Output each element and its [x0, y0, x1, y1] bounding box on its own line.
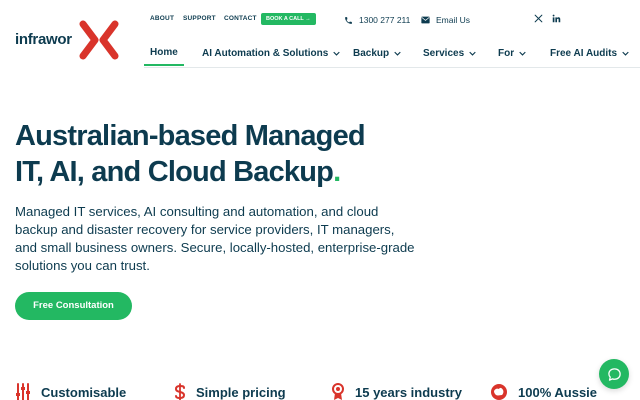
- email-link[interactable]: Email Us: [421, 13, 470, 27]
- nav-item-label: AI Automation & Solutions: [202, 47, 329, 59]
- chat-icon: [607, 367, 621, 381]
- feature-label: 100% Aussie: [518, 384, 598, 400]
- top-utility-bar: ABOUT SUPPORT CONTACT BOOK A CALL → 1300…: [150, 12, 630, 28]
- chevron-down-icon: [519, 51, 526, 56]
- phone-number: 1300 277 211: [359, 15, 411, 25]
- chat-button[interactable]: [599, 359, 629, 389]
- feature-aussie: 100% Aussie: [490, 382, 597, 400]
- nav-item-label: Home: [150, 46, 178, 58]
- feature-customisable: Customisable: [15, 382, 126, 400]
- book-call-button[interactable]: BOOK A CALL →: [261, 13, 316, 25]
- nav-item-ai-automation[interactable]: AI Automation & Solutions: [202, 40, 340, 66]
- phone-icon: [345, 16, 352, 24]
- australia-icon: [491, 384, 507, 400]
- site-header: infrawor ABOUT SUPPORT CONTACT BOOK A CA…: [0, 0, 640, 72]
- chevron-down-icon: [469, 51, 476, 56]
- hero-title-line-2: IT, AI, and Cloud Backup: [15, 156, 334, 188]
- main-nav: Home AI Automation & Solutions Backup Se…: [144, 40, 634, 68]
- sliders-icon: [16, 383, 30, 400]
- linkedin-icon[interactable]: [552, 14, 561, 23]
- logo[interactable]: infrawor: [15, 20, 125, 60]
- logo-x-icon: [79, 20, 119, 60]
- nav-item-label: Services: [423, 47, 465, 59]
- feature-label: Customisable: [41, 384, 127, 400]
- email-label: Email Us: [436, 15, 471, 25]
- feature-15-years: 15 years industry: [331, 382, 462, 400]
- hero-description: Managed IT services, AI consulting and a…: [15, 204, 415, 273]
- award-icon: [332, 383, 344, 400]
- dollar-icon: [174, 383, 186, 400]
- nav-item-free-ai-audits[interactable]: Free AI Audits: [550, 40, 629, 66]
- chevron-down-icon: [622, 51, 629, 56]
- chevron-down-icon: [333, 51, 340, 56]
- nav-item-for[interactable]: For: [498, 40, 526, 66]
- nav-item-services[interactable]: Services: [423, 40, 476, 66]
- contact-link[interactable]: CONTACT: [224, 15, 257, 22]
- feature-label: 15 years industry: [355, 384, 462, 400]
- nav-item-home[interactable]: Home: [144, 40, 184, 66]
- nav-item-label: Free AI Audits: [550, 47, 618, 59]
- about-link[interactable]: ABOUT: [150, 15, 174, 22]
- nav-item-backup[interactable]: Backup: [353, 40, 401, 66]
- nav-divider: [144, 67, 640, 68]
- feature-label: Simple pricing: [196, 384, 286, 400]
- x-icon[interactable]: [534, 14, 543, 23]
- hero-title-line-1: Australian-based Managed: [15, 120, 366, 152]
- nav-item-label: Backup: [353, 47, 390, 59]
- phone-link[interactable]: 1300 277 211: [344, 13, 410, 27]
- hero-title-dot: .: [333, 156, 341, 188]
- nav-item-label: For: [498, 47, 515, 59]
- feature-simple-pricing: Simple pricing: [174, 382, 286, 400]
- hero-title: Australian-based Managed IT, AI, and Clo…: [15, 118, 435, 190]
- chevron-down-icon: [394, 51, 401, 56]
- logo-wordmark: infrawor: [15, 31, 72, 48]
- mail-icon: [421, 16, 430, 24]
- support-link[interactable]: SUPPORT: [183, 15, 216, 22]
- free-consultation-button[interactable]: Free Consultation: [15, 292, 132, 320]
